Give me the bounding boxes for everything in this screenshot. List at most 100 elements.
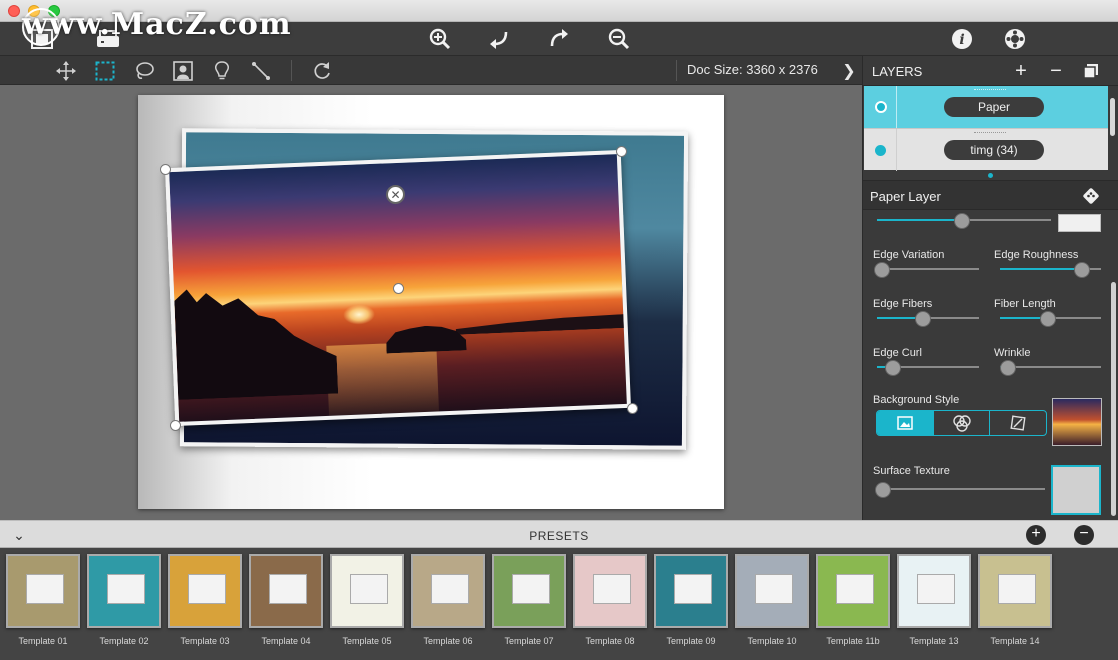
resize-handle-bottom-right[interactable] <box>627 403 638 414</box>
lasso-tool-icon[interactable] <box>132 59 156 83</box>
redo-icon[interactable] <box>545 26 573 52</box>
resize-handle-bottom-left[interactable] <box>170 420 181 431</box>
rect-select-tool-icon[interactable] <box>93 59 117 83</box>
lightbulb-tool-icon[interactable] <box>210 59 234 83</box>
preset-thumbnail <box>87 554 161 628</box>
doc-size-label: Doc Size: 3360 x 2376 <box>687 62 818 77</box>
undo-icon[interactable] <box>485 26 513 52</box>
remove-layer-icon[interactable]: − <box>1044 59 1068 83</box>
chevron-right-icon[interactable]: ❯ <box>838 60 860 82</box>
preset-template-item[interactable]: Template 03 <box>166 552 244 652</box>
tool-row: Doc Size: 3360 x 2376 ❯ <box>0 56 862 85</box>
preset-label: Template 03 <box>180 636 230 646</box>
window-maximize-button[interactable] <box>48 5 60 17</box>
layers-pager-dot <box>988 173 993 178</box>
window-minimize-button[interactable] <box>28 5 40 17</box>
treeline <box>174 284 338 400</box>
bg-style-blend-icon[interactable] <box>934 411 991 435</box>
preset-template-item[interactable]: Template 02 <box>85 552 163 652</box>
preset-template-item[interactable]: Template 05 <box>328 552 406 652</box>
preset-card-graphic <box>107 574 145 604</box>
right-panel: LAYERS + − Paper timg (34) Paper Layer E… <box>862 56 1118 520</box>
resize-handle-top-right[interactable] <box>616 146 627 157</box>
wrinkle-label: Wrinkle <box>994 347 1031 359</box>
preset-template-item[interactable]: Template 09 <box>652 552 730 652</box>
layer-separator <box>896 86 897 128</box>
drag-grip-icon[interactable] <box>974 132 1006 134</box>
zoom-in-icon[interactable] <box>426 26 454 52</box>
preset-template-item[interactable]: Template 14 <box>976 552 1054 652</box>
edge-roughness-label: Edge Roughness <box>994 249 1079 261</box>
paper-top-slider[interactable] <box>877 213 1051 229</box>
surface-texture-swatch[interactable] <box>1051 465 1101 515</box>
preset-card-graphic <box>431 574 469 604</box>
layer-name: timg (34) <box>944 140 1044 160</box>
random-dice-icon[interactable] <box>1081 186 1101 206</box>
layer-name: Paper <box>944 97 1044 117</box>
settings-icon[interactable] <box>1001 26 1029 52</box>
preset-template-item[interactable]: Template 06 <box>409 552 487 652</box>
preset-card-graphic <box>755 574 793 604</box>
preset-thumbnail <box>816 554 890 628</box>
layers-header: LAYERS + − <box>863 56 1118 86</box>
bg-style-gradient-icon[interactable] <box>990 411 1046 435</box>
preset-card-graphic <box>593 574 631 604</box>
wrinkle-slider[interactable] <box>1000 360 1101 376</box>
rotate-tool-icon[interactable] <box>310 59 334 83</box>
preset-thumbnail <box>411 554 485 628</box>
preset-label: Template 08 <box>585 636 635 646</box>
duplicate-layer-icon[interactable] <box>1079 59 1103 83</box>
preset-card-graphic <box>350 574 388 604</box>
layer-row-image[interactable]: timg (34) <box>864 128 1108 171</box>
preset-template-item[interactable]: Template 01 <box>4 552 82 652</box>
remove-preset-icon[interactable]: − <box>1074 525 1094 545</box>
surface-texture-slider[interactable] <box>875 482 1045 498</box>
layer-visibility-icon[interactable] <box>875 101 887 113</box>
preset-card-graphic <box>512 574 550 604</box>
center-handle[interactable] <box>393 283 404 294</box>
layer-visibility-icon[interactable] <box>875 145 886 156</box>
portrait-tool-icon[interactable] <box>171 59 195 83</box>
main-toolbar: i <box>0 22 1118 56</box>
preset-template-item[interactable]: Template 07 <box>490 552 568 652</box>
preset-label: Template 14 <box>990 636 1040 646</box>
zoom-out-icon[interactable] <box>605 26 633 52</box>
preset-template-item[interactable]: Template 04 <box>247 552 325 652</box>
resize-handle-top-left[interactable] <box>160 164 171 175</box>
island <box>386 324 467 353</box>
info-icon[interactable]: i <box>948 26 976 52</box>
delete-layer-icon[interactable]: ✕ <box>386 185 405 204</box>
line-tool-icon[interactable] <box>249 59 273 83</box>
preset-thumbnail <box>573 554 647 628</box>
preset-template-item[interactable]: Template 11b <box>814 552 892 652</box>
edge-fibers-slider[interactable] <box>877 311 979 327</box>
frame-icon[interactable] <box>28 26 56 52</box>
edge-roughness-slider[interactable] <box>1000 262 1101 278</box>
scanner-icon[interactable] <box>94 26 122 52</box>
fiber-length-slider[interactable] <box>1000 311 1101 327</box>
chevron-down-icon[interactable]: ⌄ <box>10 526 28 544</box>
paper-color-swatch[interactable] <box>1058 214 1101 232</box>
title-bar <box>0 0 1118 22</box>
preset-template-item[interactable]: Template 10 <box>733 552 811 652</box>
add-preset-icon[interactable]: + <box>1026 525 1046 545</box>
preset-label: Template 06 <box>423 636 473 646</box>
far-shore <box>455 314 631 335</box>
paper-layer-header: Paper Layer <box>863 180 1118 210</box>
preset-thumbnail <box>168 554 242 628</box>
add-layer-icon[interactable]: + <box>1009 59 1033 83</box>
background-image-swatch[interactable] <box>1052 398 1102 446</box>
layer-row-paper[interactable]: Paper <box>864 86 1108 128</box>
edge-curl-slider[interactable] <box>877 360 979 376</box>
move-tool-icon[interactable] <box>54 59 78 83</box>
window-close-button[interactable] <box>8 5 20 17</box>
drag-grip-icon[interactable] <box>974 89 1006 91</box>
layers-scrollbar[interactable] <box>1110 98 1115 136</box>
edge-variation-slider[interactable] <box>874 262 979 278</box>
preset-template-item[interactable]: Template 13 <box>895 552 973 652</box>
panel-scrollbar[interactable] <box>1111 282 1116 516</box>
bg-style-image-icon[interactable] <box>877 411 934 435</box>
preset-thumbnail <box>735 554 809 628</box>
preset-template-item[interactable]: Template 08 <box>571 552 649 652</box>
preset-thumbnail <box>654 554 728 628</box>
